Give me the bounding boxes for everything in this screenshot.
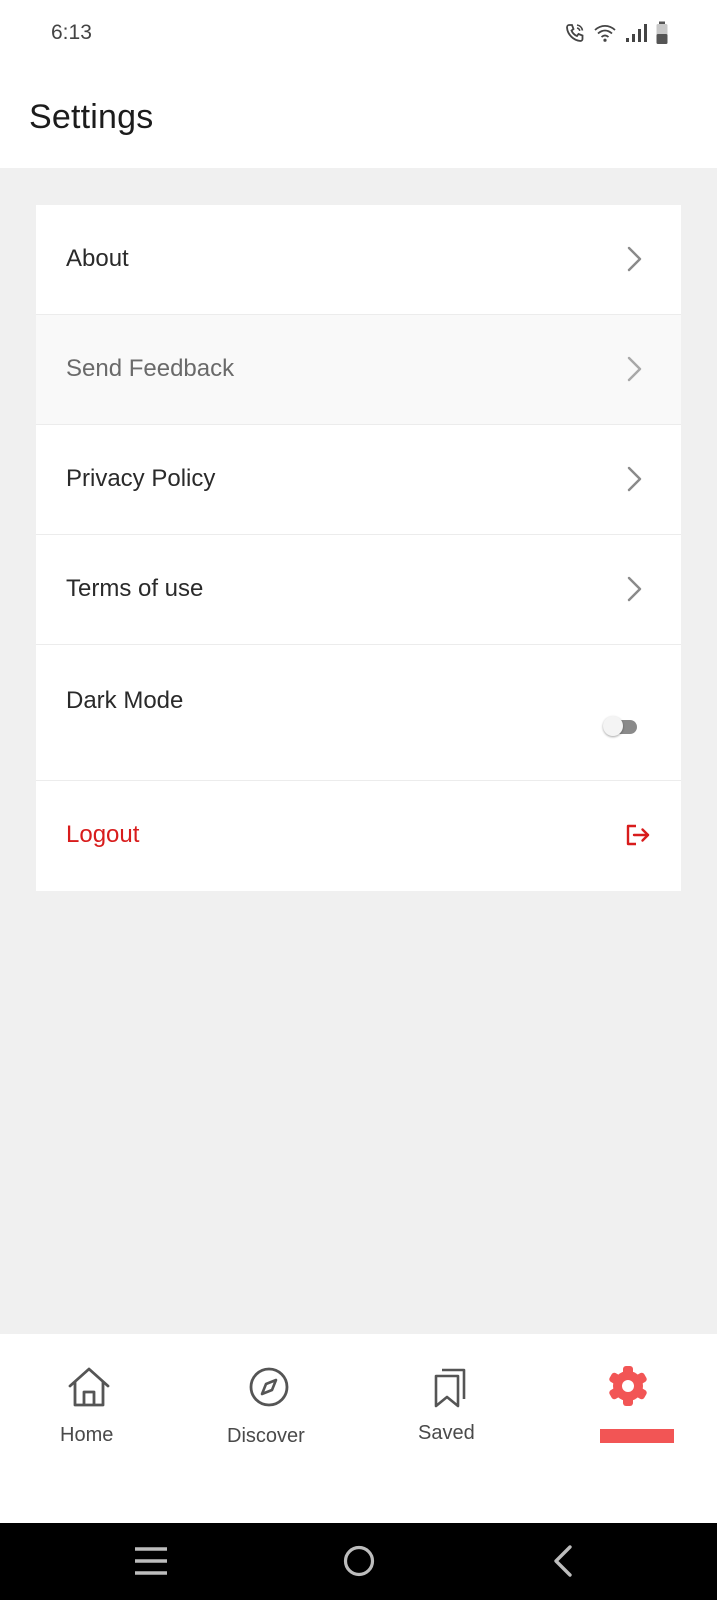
status-bar: 6:13 (0, 0, 717, 66)
settings-item-label: About (66, 245, 129, 272)
settings-list: About Send Feedback Privacy Policy Terms… (36, 205, 681, 891)
logout-button[interactable]: Logout (36, 781, 681, 891)
status-time: 6:13 (51, 21, 92, 44)
toggle-knob (603, 716, 623, 736)
dark-mode-toggle[interactable] (603, 716, 637, 736)
call-icon (564, 22, 586, 44)
settings-item-terms-of-use[interactable]: Terms of use (36, 535, 681, 645)
signal-icon (624, 23, 648, 43)
gear-icon (609, 1366, 647, 1406)
settings-item-label: Privacy Policy (66, 465, 216, 492)
bookmarks-icon (434, 1368, 466, 1408)
nav-item-discover[interactable]: Discover (215, 1334, 325, 1523)
chevron-right-icon (627, 466, 642, 492)
settings-item-label: Terms of use (66, 575, 204, 602)
home-icon (68, 1367, 110, 1407)
compass-icon (249, 1367, 289, 1407)
recents-icon[interactable] (134, 1546, 168, 1576)
settings-screen: 6:13 Settings About Send Feedback Privac… (0, 0, 717, 1600)
nav-item-settings[interactable] (590, 1334, 684, 1523)
settings-item-send-feedback[interactable]: Send Feedback (36, 315, 681, 425)
dark-mode-label: Dark Mode (66, 687, 184, 714)
wifi-icon (593, 23, 617, 43)
header: Settings (0, 66, 717, 168)
nav-item-home[interactable]: Home (40, 1334, 140, 1523)
settings-item-about[interactable]: About (36, 205, 681, 315)
chevron-right-icon (627, 356, 642, 382)
system-nav-bar (0, 1523, 717, 1600)
battery-icon (655, 21, 669, 45)
back-icon[interactable] (552, 1544, 574, 1578)
status-icons (564, 20, 669, 46)
home-circle-icon[interactable] (343, 1545, 375, 1577)
chevron-right-icon (627, 576, 642, 602)
settings-item-privacy-policy[interactable]: Privacy Policy (36, 425, 681, 535)
active-tab-indicator (600, 1429, 674, 1443)
logout-label: Logout (66, 821, 140, 848)
nav-label-saved: Saved (418, 1422, 475, 1444)
settings-item-label: Send Feedback (66, 355, 235, 382)
page-title: Settings (29, 98, 154, 136)
nav-label-discover: Discover (227, 1425, 305, 1447)
chevron-right-icon (627, 246, 642, 272)
logout-icon (626, 824, 650, 846)
nav-label-home: Home (60, 1424, 114, 1446)
settings-item-dark-mode: Dark Mode (36, 645, 681, 781)
nav-item-saved[interactable]: Saved (405, 1334, 495, 1523)
bottom-nav: Home Discover Saved (0, 1334, 717, 1523)
